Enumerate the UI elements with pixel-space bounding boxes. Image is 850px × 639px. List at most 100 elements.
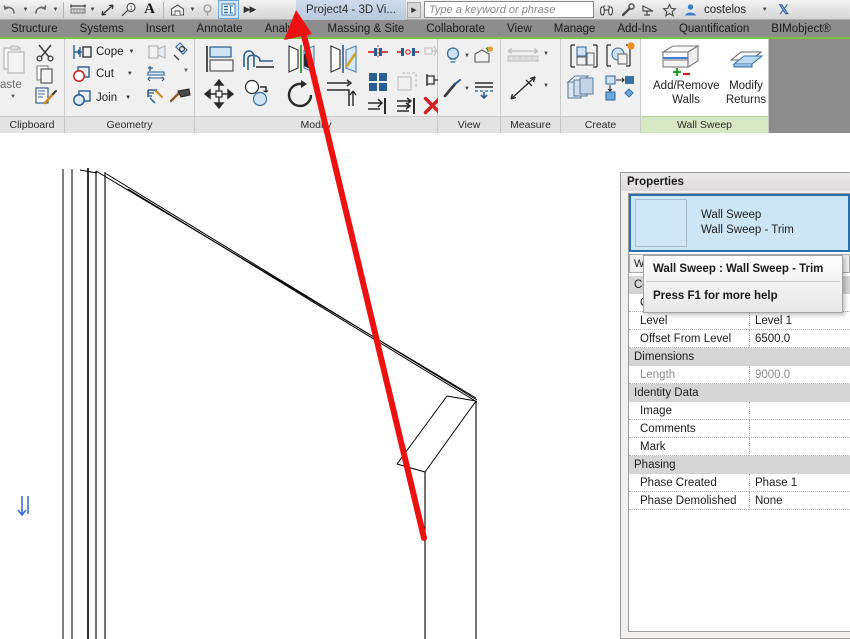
undo-dropdown-icon[interactable]: ▼ [21,0,30,19]
trim-extend-button[interactable] [325,78,359,113]
trim-single-button[interactable] [367,97,389,120]
demolish-button[interactable] [147,43,167,66]
account-name[interactable]: costelos [704,4,746,16]
tab-structure[interactable]: Structure [0,20,69,37]
param-value-offset-from-level[interactable]: 6500.0 [749,330,850,348]
mirror-pick-axis-button[interactable] [286,44,322,79]
move-button[interactable] [203,78,235,114]
view-dropdown-icon[interactable]: ▼ [188,0,197,19]
join-dropdown-icon[interactable]: ▼ [125,95,131,101]
signin-dish-icon[interactable] [638,1,659,20]
cut-dropdown-icon[interactable]: ▼ [127,71,133,77]
table-row[interactable]: Offset From Level 6500.0 [629,330,850,348]
tab-analyze[interactable]: Analyze [254,20,317,37]
measure-icon[interactable] [67,0,88,19]
measure-dropdown-icon[interactable]: ▼ [88,0,97,19]
param-value-comments[interactable] [749,420,850,438]
tab-systems[interactable]: Systems [69,20,135,37]
geometry-more-dropdown-icon[interactable]: ▼ [183,68,189,74]
copy-button[interactable] [243,79,275,114]
beam-join-button[interactable] [169,87,192,110]
tab-collaborate[interactable]: Collaborate [415,20,496,37]
param-value-level[interactable]: Level 1 [749,312,850,330]
array-button[interactable] [368,72,388,97]
account-dropdown-icon[interactable]: ▼ [760,1,769,20]
reveal-dropdown-icon[interactable]: ▼ [464,53,470,59]
search-binoculars-icon[interactable] [596,1,617,20]
table-row[interactable]: Mark [629,438,850,456]
linework-button[interactable] [443,79,463,104]
create-similar-button[interactable] [569,43,599,74]
linework-dropdown-icon[interactable]: ▼ [464,86,470,92]
reveal-hidden-elements-button[interactable] [444,46,462,71]
help-wrench-icon[interactable] [617,1,638,20]
visibility-graphics-button[interactable] [473,46,495,71]
split-element-button[interactable] [367,45,389,64]
tab-quantification[interactable]: Quantification [668,20,760,37]
default-3d-view-icon[interactable] [167,0,188,19]
tab-add-ins[interactable]: Add-Ins [606,20,668,37]
cope-button[interactable]: Cope ▼ [71,43,134,61]
rotate-button[interactable] [285,79,317,114]
paint-button[interactable] [171,41,191,66]
tab-insert[interactable]: Insert [135,20,186,37]
cutback-button[interactable] [473,80,495,105]
table-row[interactable]: Image [629,402,850,420]
tag-icon[interactable]: 1 [118,0,139,19]
redo-dropdown-icon[interactable]: ▼ [51,0,60,19]
split-with-gap-button[interactable] [396,45,420,64]
param-value-phase-demolished[interactable]: None [749,492,850,510]
favorites-star-icon[interactable] [659,1,680,20]
text-icon[interactable]: A [139,0,160,19]
table-row[interactable]: Phase Created Phase 1 [629,474,850,492]
align-button[interactable] [203,44,235,79]
tab-modify[interactable]: Re [842,20,850,37]
measure-dropdown-1-icon[interactable]: ▼ [543,51,549,57]
mirror-draw-axis-button[interactable] [328,44,364,79]
add-remove-walls-button[interactable] [657,44,703,81]
group-label-identity-data: Identity Data [634,387,699,399]
param-value-image[interactable] [749,402,850,420]
create-group-button[interactable] [566,74,600,106]
trim-multiple-button[interactable] [396,97,418,120]
exchange-app-icon[interactable]: 𝕏 [773,1,794,20]
user-account-icon[interactable] [680,1,701,20]
expand-quick-access-icon[interactable]: ▶▶ [239,0,260,19]
search-placeholder: Type a keyword or phrase [429,3,556,16]
paste-dropdown-icon[interactable]: ▼ [10,94,16,100]
match-type-properties-icon[interactable] [35,87,57,112]
type-selector[interactable]: Wall Sweep Wall Sweep - Trim [629,194,850,252]
offset-button[interactable] [243,45,277,78]
thin-lines-icon[interactable] [218,0,239,19]
tab-annotate[interactable]: Annotate [186,20,254,37]
join-button[interactable]: Join ▼ [71,89,131,107]
search-input[interactable]: Type a keyword or phrase [424,1,594,18]
tab-view[interactable]: View [496,20,543,37]
table-row[interactable]: Comments [629,420,850,438]
modify-returns-button[interactable] [728,48,764,79]
copy-to-clipboard-icon[interactable] [36,64,56,89]
measure-along-element-button[interactable] [508,74,540,107]
add-remove-walls-label-line1: Add/Remove [653,80,720,92]
tab-massing-site[interactable]: Massing & Site [317,20,416,37]
section-box-icon[interactable] [197,0,218,19]
tab-bimobject[interactable]: BIMobject® [760,20,842,37]
cope-dropdown-icon[interactable]: ▼ [129,49,135,55]
param-value-phase-created[interactable]: Phase 1 [749,474,850,492]
wall-joins-button[interactable] [147,88,169,111]
aligned-dimension-icon[interactable] [97,0,118,19]
flip-control-icon [17,496,29,517]
param-value-mark[interactable] [749,438,850,456]
title-dropdown-icon[interactable]: ▶ [407,2,421,18]
split-face-button[interactable] [147,65,169,88]
create-part-button[interactable] [605,42,635,74]
create-assembly-button[interactable] [605,75,637,106]
tab-manage[interactable]: Manage [543,20,607,37]
cut-button[interactable]: Cut ▼ [71,65,133,83]
table-row[interactable]: Level Level 1 [629,312,850,330]
redo-icon[interactable] [30,0,51,19]
measure-dropdown-2-icon[interactable]: ▼ [543,83,549,89]
table-row[interactable]: Phase Demolished None [629,492,850,510]
undo-icon[interactable] [0,0,21,19]
type-selector-text: Wall Sweep Wall Sweep - Trim [701,208,794,238]
